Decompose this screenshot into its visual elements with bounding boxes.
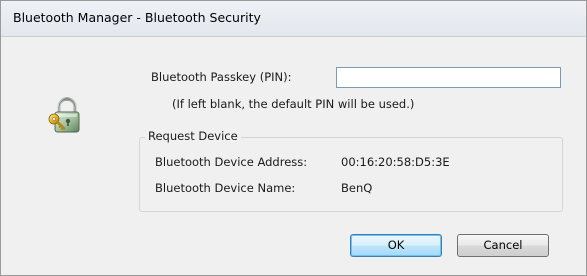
- lock-key-icon: [48, 97, 80, 133]
- window-title: Bluetooth Manager - Bluetooth Security: [13, 10, 261, 25]
- device-name-label: Bluetooth Device Name:: [155, 181, 296, 195]
- request-device-legend: Request Device: [145, 129, 241, 143]
- device-address-label: Bluetooth Device Address:: [155, 155, 308, 169]
- ok-button[interactable]: OK: [350, 234, 442, 257]
- title-bar[interactable]: Bluetooth Manager - Bluetooth Security: [1, 1, 586, 37]
- passkey-label: Bluetooth Passkey (PIN):: [151, 70, 292, 84]
- request-device-group: [139, 137, 563, 212]
- device-address-value: 00:16:20:58:D5:3E: [341, 155, 450, 169]
- cancel-button[interactable]: Cancel: [457, 234, 549, 257]
- passkey-hint: (If left blank, the default PIN will be …: [172, 97, 415, 111]
- device-name-value: BenQ: [341, 181, 373, 195]
- bluetooth-security-dialog: Bluetooth Manager - Bluetooth Security B…: [0, 0, 587, 276]
- passkey-input[interactable]: [336, 67, 561, 88]
